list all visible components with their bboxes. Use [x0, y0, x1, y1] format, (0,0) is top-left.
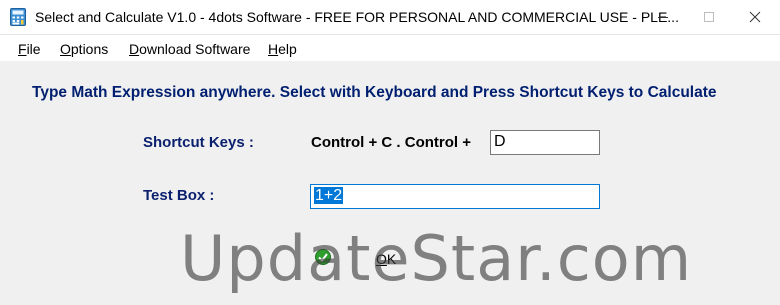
menu-file-accel: F	[18, 41, 27, 57]
updatestar-watermark: UpdateStar.com	[180, 222, 693, 295]
menu-options[interactable]: Options	[60, 41, 108, 57]
menu-download-accel: D	[129, 41, 140, 57]
close-icon	[749, 11, 761, 23]
menu-help-accel: H	[268, 41, 279, 57]
shortcut-keys-label: Shortcut Keys :	[143, 134, 254, 151]
title-bar: Select and Calculate V1.0 - 4dots Softwa…	[0, 0, 780, 35]
menu-file-label: ile	[26, 41, 41, 57]
menu-help-label: elp	[278, 41, 297, 57]
shortcut-prefix-text: Control + C . Control +	[311, 134, 471, 151]
menu-download-label: ownload Software	[139, 41, 251, 57]
maximize-icon	[704, 12, 714, 22]
shortcut-key-input[interactable]: D	[490, 130, 600, 155]
minimize-icon	[658, 17, 668, 18]
maximize-button[interactable]	[686, 0, 732, 34]
shortcut-key-value: D	[494, 133, 506, 150]
window-title: Select and Calculate V1.0 - 4dots Softwa…	[35, 9, 679, 25]
menu-file[interactable]: File	[18, 41, 41, 57]
menu-download-software[interactable]: Download Software	[129, 41, 250, 57]
test-box-input[interactable]: 1+2	[310, 184, 600, 209]
instructions-headline: Type Math Expression anywhere. Select wi…	[32, 84, 717, 101]
calculator-icon	[10, 8, 26, 26]
menu-options-accel: O	[60, 41, 71, 57]
test-box-selection: 1+2	[314, 187, 344, 204]
minimize-button[interactable]	[640, 0, 686, 34]
menu-bar: File Options Download Software Help	[0, 35, 780, 61]
test-box-label: Test Box :	[143, 187, 215, 204]
menu-help[interactable]: Help	[268, 41, 297, 57]
close-button[interactable]	[732, 0, 778, 34]
menu-options-label: ptions	[70, 41, 109, 57]
